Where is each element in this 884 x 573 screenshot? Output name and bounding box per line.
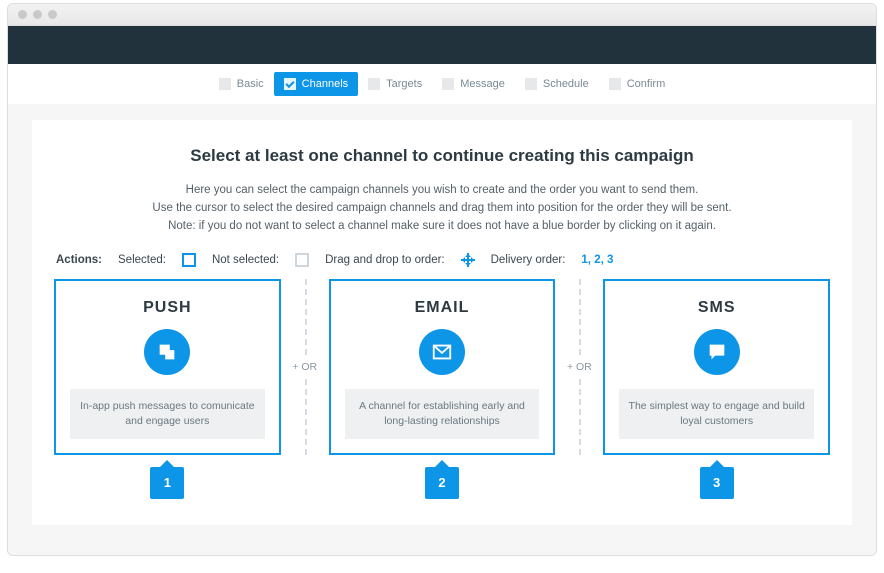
card-title: EMAIL: [345, 299, 540, 317]
step-channels[interactable]: Channels: [274, 72, 358, 96]
step-label: Confirm: [627, 78, 666, 90]
lead-line: Use the cursor to select the desired cam…: [152, 202, 731, 214]
header-band: [8, 26, 876, 64]
step-label: Targets: [386, 78, 422, 90]
panel: Select at least one channel to continue …: [32, 120, 852, 525]
checkbox-icon: [442, 78, 454, 90]
legend-selected-label: Selected:: [118, 254, 166, 266]
email-icon: [419, 329, 465, 375]
card-title: PUSH: [70, 299, 265, 317]
order-cell: 2: [329, 467, 556, 499]
step-label: Channels: [302, 78, 348, 90]
channel-card-sms[interactable]: SMS The simplest way to engage and build…: [603, 279, 830, 454]
channel-card-email[interactable]: EMAIL A channel for establishing early a…: [329, 279, 556, 454]
divider: + OR: [281, 279, 329, 454]
legend-delivery-value: 1, 2, 3: [581, 254, 613, 266]
titlebar: [8, 4, 876, 26]
step-label: Schedule: [543, 78, 589, 90]
legend-drag-label: Drag and drop to order:: [325, 254, 445, 266]
step-confirm[interactable]: Confirm: [599, 72, 676, 96]
checkbox-icon: [219, 78, 231, 90]
checkbox-icon: [609, 78, 621, 90]
divider-label: + OR: [290, 357, 319, 377]
step-schedule[interactable]: Schedule: [515, 72, 599, 96]
card-desc: The simplest way to engage and build loy…: [619, 389, 814, 438]
order-badges: 1 2 3: [54, 467, 830, 499]
traffic-dot: [33, 10, 42, 19]
card-desc: In-app push messages to comunicate and e…: [70, 389, 265, 438]
checkbox-icon: [525, 78, 537, 90]
sms-icon: [694, 329, 740, 375]
checkbox-icon: [368, 78, 380, 90]
legend-notselected-label: Not selected:: [212, 254, 279, 266]
legend: Actions: Selected: Not selected: Drag an…: [54, 249, 830, 279]
divider-label: + OR: [565, 357, 594, 377]
selected-box-icon: [182, 253, 196, 267]
step-label: Message: [460, 78, 505, 90]
legend-delivery-label: Delivery order:: [491, 254, 566, 266]
channel-cards: PUSH In-app push messages to comunicate …: [54, 279, 830, 454]
content-area: Select at least one channel to continue …: [8, 104, 876, 555]
order-cell: 3: [603, 467, 830, 499]
step-message[interactable]: Message: [432, 72, 515, 96]
push-icon: [144, 329, 190, 375]
card-title: SMS: [619, 299, 814, 317]
order-badge-3[interactable]: 3: [700, 467, 734, 499]
step-label: Basic: [237, 78, 264, 90]
order-badge-2[interactable]: 2: [425, 467, 459, 499]
move-icon: [461, 253, 475, 267]
check-icon: [284, 78, 296, 90]
lead-line: Here you can select the campaign channel…: [186, 184, 699, 196]
step-targets[interactable]: Targets: [358, 72, 432, 96]
app-window: Basic Channels Targets Message Schedule …: [7, 3, 877, 556]
page-title: Select at least one channel to continue …: [54, 146, 830, 166]
lead-text: Here you can select the campaign channel…: [54, 182, 830, 235]
channel-card-push[interactable]: PUSH In-app push messages to comunicate …: [54, 279, 281, 454]
unselected-box-icon: [295, 253, 309, 267]
legend-actions: Actions:: [56, 254, 102, 266]
traffic-dot: [18, 10, 27, 19]
card-desc: A channel for establishing early and lon…: [345, 389, 540, 438]
lead-line: Note: if you do not want to select a cha…: [168, 220, 716, 232]
traffic-dot: [48, 10, 57, 19]
divider: + OR: [555, 279, 603, 454]
stepper: Basic Channels Targets Message Schedule …: [8, 64, 876, 104]
step-basic[interactable]: Basic: [209, 72, 274, 96]
order-cell: 1: [54, 467, 281, 499]
order-badge-1[interactable]: 1: [150, 467, 184, 499]
